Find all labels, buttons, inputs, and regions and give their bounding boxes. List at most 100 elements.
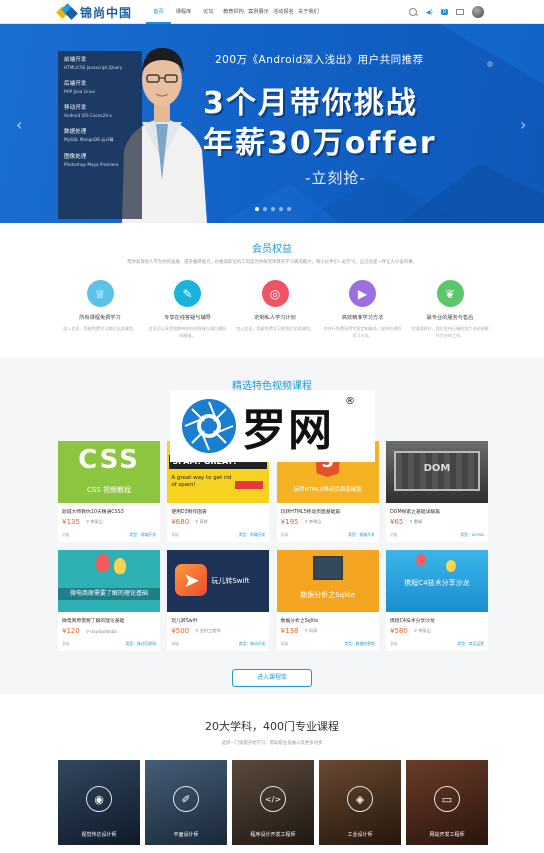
course-card[interactable]: 数据分析之Sqlite 数据分析之Sqlite ¥138 ⚲ 如泉 高级 类型：数据… xyxy=(276,550,379,651)
course-name[interactable]: 使用D3制作图表 xyxy=(167,503,269,515)
teacher-name: 李明山 xyxy=(308,519,322,524)
course-card[interactable]: ➤ 玩儿转Swift 玩儿转Swift ¥500 ⚲ 金柯工程师 高级 类型：移动开… xyxy=(167,550,270,651)
banner-prev-arrow-icon[interactable]: ‹ xyxy=(16,116,28,134)
subject-card[interactable]: </> 程序设计开发工程师 xyxy=(232,760,314,845)
banner-cta[interactable]: -立刻抢- xyxy=(305,167,366,188)
category-title: 前端开发 xyxy=(64,57,87,63)
course-thumbnail: CSS CSS 视频教程 xyxy=(58,441,160,503)
play-icon: ▶ xyxy=(349,280,376,307)
course-category[interactable]: 类型：前端开发 xyxy=(348,532,375,538)
course-card[interactable]: 微电商原需要了解的理论基础 微电商原需要了解的理论基础 ¥120 ⚲ haysbo… xyxy=(58,550,160,651)
benefit-name: 所有课程免费学习 xyxy=(79,315,121,321)
course-category[interactable]: 类型：前端开发 xyxy=(129,532,156,538)
banner-dot[interactable] xyxy=(279,207,283,211)
course-name[interactable]: 携程C4技术分享沙龙 xyxy=(386,612,488,624)
membership-title: 会员权益 xyxy=(252,244,292,255)
teacher-name: haysbolbobo xyxy=(90,628,117,634)
nav-item-about[interactable]: 关于我们 xyxy=(296,0,321,24)
top-nav: 锦尚中国 首页 课程库 论坛 教育机构 案例展示 活动报名 关于我们 ◀) 0 xyxy=(0,0,544,24)
certificate-icon: ✎ xyxy=(174,280,201,307)
course-teacher: ⚲ 李明山 xyxy=(304,519,322,524)
course-category[interactable]: 类型：移动开发 xyxy=(239,641,266,647)
course-teacher: ⚲ 金柯工程师 xyxy=(195,628,221,633)
nav-item-institutions[interactable]: 教育机构 xyxy=(221,0,246,24)
category-backend[interactable]: 后端开发 PHP Java Linux xyxy=(64,79,136,94)
benefit-item: ❦ 最专业的服务与售后 学家团结在，我们坚持正确的努力评价结果作为业的工作。 xyxy=(410,280,490,339)
category-title: 后端开发 xyxy=(64,81,87,87)
mail-icon[interactable] xyxy=(456,9,464,15)
teacher-name: 李丽山 xyxy=(418,628,431,633)
course-level: 高级 xyxy=(389,641,398,646)
notification-badge[interactable]: 0 xyxy=(440,9,448,15)
course-teacher: ⚲ 蒋岭 xyxy=(195,519,208,524)
enter-course-library-button[interactable]: 进入课程库 xyxy=(232,669,312,687)
banner-dot[interactable] xyxy=(287,207,291,211)
teacher-name: 蒋岭 xyxy=(199,519,208,524)
brand-logo[interactable]: 锦尚中国 xyxy=(56,2,132,21)
swift-icon: ➤ xyxy=(175,564,208,596)
course-category[interactable]: 类型：数据库营销 xyxy=(344,641,374,647)
thumb-sub: CSS 视频教程 xyxy=(87,486,131,494)
speaker-icon[interactable]: ◀) xyxy=(426,9,433,16)
course-level: 初级 xyxy=(280,532,289,537)
course-category[interactable]: 类型：WORD xyxy=(460,532,484,538)
course-teacher: ⚲ 如泉 xyxy=(304,628,318,633)
target-icon: ◎ xyxy=(261,280,289,307)
course-teacher: ⚲ 李丽山 xyxy=(413,628,431,633)
banner-next-arrow-icon[interactable]: › xyxy=(520,116,532,134)
course-category[interactable]: 类型：移动互联网 xyxy=(126,641,156,647)
code-icon: </> xyxy=(260,786,286,812)
banner-headline-1: 3个月带你挑战 xyxy=(203,86,418,121)
course-card[interactable]: CSS CSS 视频教程 颜诚大师教你10天精通CSS3 ¥135 ⚲ 李丽山 初… xyxy=(58,441,160,542)
course-level: 高级 xyxy=(171,641,179,646)
subjects-desc: 选择一门技能开始学习，帮助职业发展以及更多进步 xyxy=(221,741,323,746)
subject-card[interactable]: ◈ 工业设计师 xyxy=(319,760,401,845)
course-card[interactable]: DOM DOM探索之基础详解篇 ¥65 ⚲ 雷缘 初级 类型：WORD xyxy=(385,441,488,542)
category-frontend[interactable]: 前端开发 HTML/CSS Javascript jQuery xyxy=(64,55,136,70)
nav-item-cases[interactable]: 案例展示 xyxy=(246,0,271,24)
nav-item-course-library[interactable]: 课程库 xyxy=(171,0,196,24)
banner-dot[interactable] xyxy=(263,207,267,211)
subject-card[interactable]: ✐ 平面设计师 xyxy=(145,760,227,845)
benefits-list: ♕ 所有课程免费学习 加入会员，您能免费学习我们全部课程。 ✎ 专享在线答疑与辅… xyxy=(60,280,490,339)
course-name[interactable]: 玩儿转Swift xyxy=(167,612,269,624)
watermark-logo: 罗网 ® xyxy=(170,390,375,462)
category-mobile[interactable]: 移动开发 Android IOS Cocos2d-x xyxy=(64,103,136,118)
benefit-desc: 会员可以享受到期待的在线答疑与课后辅导的服务。 xyxy=(148,326,227,338)
watermark-registered: ® xyxy=(345,396,355,407)
balloon-icon xyxy=(445,560,456,572)
teacher-name: 如泉 xyxy=(308,628,318,633)
course-thumbnail: 微电商原需要了解的理论基础 xyxy=(58,550,160,612)
thumb-title: 携程C4技术分享沙龙 xyxy=(404,579,470,587)
monitor-icon: ▭ xyxy=(434,786,460,812)
nav-item-events[interactable]: 活动报名 xyxy=(271,0,296,24)
course-name[interactable]: DOM探索之基础详解篇 xyxy=(386,503,488,515)
subject-card[interactable]: ▭ 网站开发工程师 xyxy=(406,760,488,845)
course-name[interactable]: 玩转HTML5移动页面基础篇 xyxy=(277,503,379,515)
hero-banner[interactable]: 前端开发 HTML/CSS Javascript jQuery 后端开发 PHP… xyxy=(0,24,544,223)
nav-item-forum[interactable]: 论坛 xyxy=(196,0,221,24)
avatar[interactable] xyxy=(472,6,484,18)
brush-icon: ✐ xyxy=(173,786,199,812)
eye-icon: ◉ xyxy=(86,786,112,812)
course-name[interactable]: 颜诚大师教你10天精通CSS3 xyxy=(58,503,160,515)
nav-item-home[interactable]: 首页 xyxy=(146,0,171,24)
course-level: 初级 xyxy=(62,532,70,537)
course-category[interactable]: 类型：前端开发 xyxy=(239,532,266,538)
course-name[interactable]: 微电商原需要了解的理论基础 xyxy=(58,612,160,624)
banner-dot[interactable] xyxy=(271,207,275,211)
watermark-text: 罗网 xyxy=(242,405,334,456)
course-category[interactable]: 类型：商品运营 xyxy=(457,641,484,647)
course-card[interactable]: 携程C4技术分享沙龙 携程C4技术分享沙龙 ¥580 ⚲ 李丽山 高级 类型：商品运… xyxy=(385,550,488,651)
benefit-item: ✎ 专享在线答疑与辅导 会员可以享受到期待的在线答疑与课后辅导的服务。 xyxy=(148,280,228,339)
subject-card[interactable]: ◉ 视觉传达设计师 xyxy=(58,760,140,845)
thumb-title: 玩儿转Swift xyxy=(211,577,250,585)
banner-dot[interactable] xyxy=(255,207,259,211)
benefit-desc: 加入会员，您能免费学习到我们全部课程。 xyxy=(236,326,314,331)
course-name[interactable]: 数据分析之Sqlite xyxy=(277,612,379,624)
banner-dots xyxy=(255,207,291,211)
category-image[interactable]: 图像处理 Photoshop Maya Premiere xyxy=(64,152,136,167)
search-icon[interactable] xyxy=(408,7,418,17)
course-thumbnail: 携程C4技术分享沙龙 xyxy=(385,550,488,612)
category-data[interactable]: 数据处理 MySQL MongoDB 云计算 xyxy=(64,127,136,143)
